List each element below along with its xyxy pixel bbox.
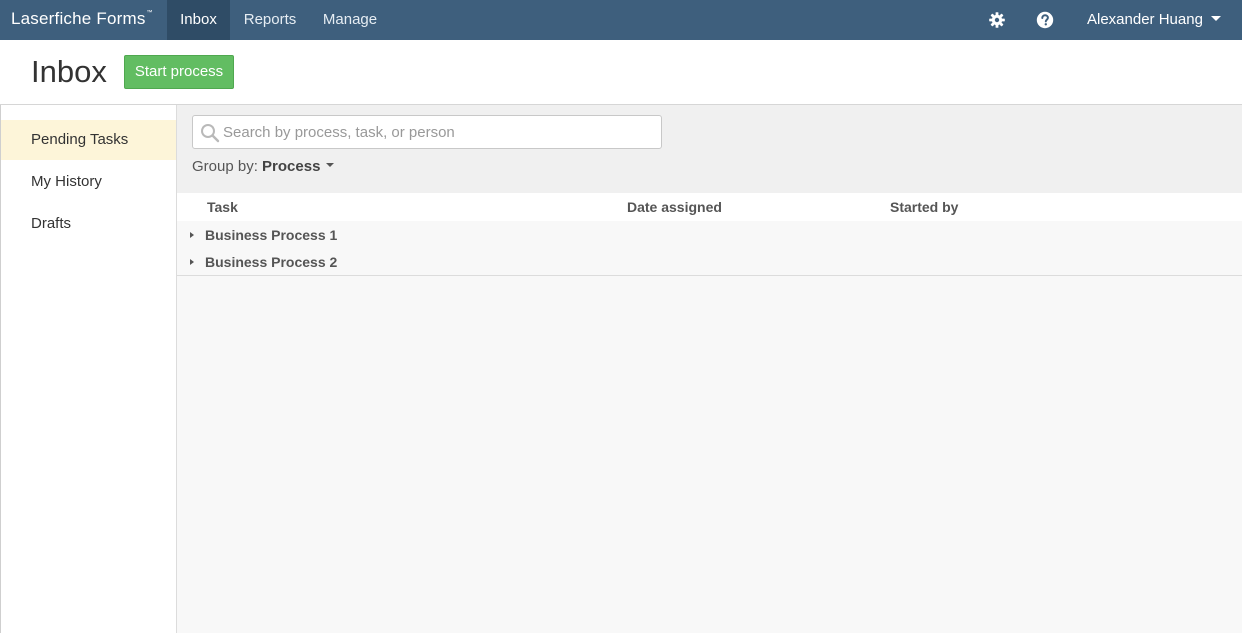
nav-tab-manage[interactable]: Manage (310, 0, 390, 40)
group-row[interactable]: Business Process 1 (177, 221, 1242, 248)
expand-arrow-icon[interactable] (190, 259, 194, 265)
user-name: Alexander Huang (1087, 11, 1203, 28)
table-header: Task Date assigned Started by (177, 193, 1242, 221)
group-by-dropdown[interactable]: Process (262, 158, 335, 175)
sidebar-item-drafts[interactable]: Drafts (1, 204, 176, 244)
search-input[interactable] (223, 120, 653, 144)
filter-toolbar: Group by: Process (177, 105, 1242, 193)
start-process-button[interactable]: Start process (124, 55, 234, 89)
trademark-mark: ™ (146, 10, 153, 16)
group-by-label: Group by: (192, 158, 258, 175)
sidebar-item-pending-tasks[interactable]: Pending Tasks (1, 120, 176, 160)
top-nav-bar: Laserfiche Forms™ Inbox Reports Manage A… (0, 0, 1242, 40)
expand-arrow-icon[interactable] (190, 232, 194, 238)
tasks-table: Task Date assigned Started by Business P… (177, 193, 1242, 276)
nav-tab-reports[interactable]: Reports (230, 0, 310, 40)
search-icon (201, 124, 220, 143)
page-title: Inbox (31, 54, 107, 89)
table-divider (177, 275, 1242, 276)
sidebar-item-my-history[interactable]: My History (1, 162, 176, 202)
nav-tab-inbox[interactable]: Inbox (167, 0, 230, 40)
gear-icon[interactable] (988, 11, 1006, 29)
chevron-down-icon (1210, 15, 1221, 21)
brand-name: Laserfiche Forms (11, 9, 146, 28)
column-header-date-assigned[interactable]: Date assigned (627, 199, 722, 215)
help-icon[interactable] (1036, 11, 1054, 29)
page-header: Inbox Start process (0, 40, 1242, 105)
column-header-started-by[interactable]: Started by (890, 199, 958, 215)
main-content: Group by: Process Task Date assigned Sta… (177, 105, 1242, 633)
user-menu[interactable]: Alexander Huang (1087, 0, 1221, 40)
group-row[interactable]: Business Process 2 (177, 248, 1242, 275)
group-label: Business Process 2 (205, 254, 338, 270)
group-by-value: Process (262, 158, 321, 175)
search-box (192, 115, 662, 149)
chevron-down-icon (326, 163, 335, 168)
group-by-control: Group by: Process (192, 158, 335, 175)
sidebar: Pending Tasks My History Drafts (0, 105, 177, 633)
column-header-task[interactable]: Task (207, 199, 238, 215)
app-logo[interactable]: Laserfiche Forms™ (11, 9, 153, 29)
group-label: Business Process 1 (205, 227, 338, 243)
